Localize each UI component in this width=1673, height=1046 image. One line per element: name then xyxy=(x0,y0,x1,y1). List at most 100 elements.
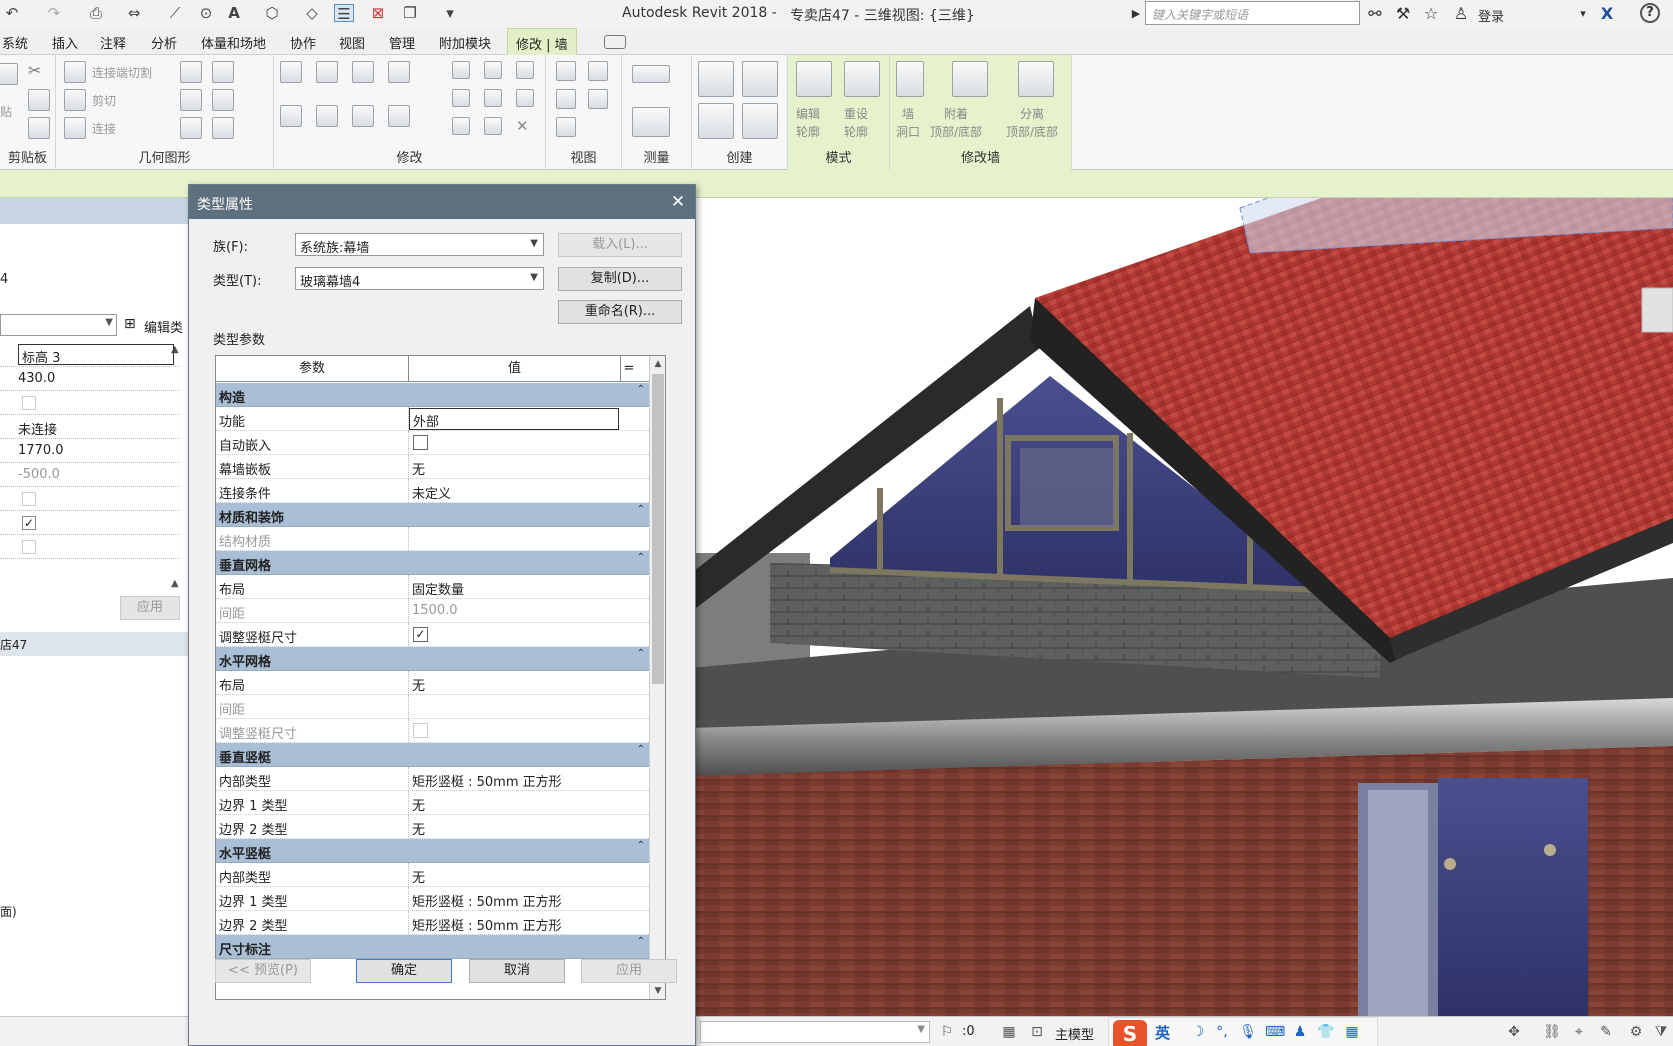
copy-icon[interactable] xyxy=(28,89,50,111)
ok-button[interactable]: 确定 xyxy=(356,959,452,983)
dropdown-arrow-icon[interactable]: ▾ xyxy=(1572,3,1594,25)
parameter-row[interactable]: 边界 1 类型 无 xyxy=(216,791,649,815)
select-by-face-icon[interactable]: ⚙ xyxy=(1627,1023,1645,1041)
join-icon[interactable] xyxy=(64,117,86,139)
preview-button[interactable]: << 预览(P) xyxy=(215,959,311,983)
detach-top-base-icon[interactable] xyxy=(1018,61,1054,97)
match-properties-icon[interactable] xyxy=(28,117,50,139)
property-row[interactable]: 未连接 xyxy=(0,415,180,439)
aligned-dimension-icon[interactable] xyxy=(632,107,670,137)
dimension-icon[interactable]: ⟋ xyxy=(165,4,185,22)
copy-element-icon[interactable] xyxy=(316,105,338,127)
parameter-row[interactable]: 幕墙嵌板 无 xyxy=(216,455,649,479)
create-group-icon[interactable] xyxy=(698,103,734,139)
split-face-icon[interactable] xyxy=(180,61,202,83)
apply-button[interactable]: 应用 xyxy=(581,959,677,983)
select-underlay-icon[interactable]: ⌖ xyxy=(1570,1023,1588,1041)
split-gap-icon[interactable] xyxy=(484,61,502,79)
parameter-value[interactable]: 无 xyxy=(412,459,425,478)
parameter-row[interactable]: 调整竖梃尺寸 ✓ xyxy=(216,623,649,647)
duplicate-button[interactable]: 复制(D)... xyxy=(558,267,682,291)
select-pinned-icon[interactable]: ✎ xyxy=(1597,1023,1615,1041)
tab-systems[interactable]: 系统 xyxy=(2,33,28,52)
create-assembly-icon[interactable] xyxy=(698,61,734,97)
paste-icon[interactable] xyxy=(0,63,18,85)
collapse-icon[interactable]: ⌃ xyxy=(637,840,645,851)
microphone-icon[interactable]: 🎙 xyxy=(1239,1023,1257,1041)
expand-arrow-icon[interactable]: ▶ xyxy=(1125,3,1147,25)
move-icon[interactable] xyxy=(280,105,302,127)
parameter-row[interactable]: 结构材质 xyxy=(216,527,649,551)
subscription-icon[interactable]: ⚒ xyxy=(1392,3,1414,25)
editable-only-icon[interactable]: ⚐ xyxy=(938,1023,956,1041)
collapse-icon[interactable]: ⌃ xyxy=(637,384,645,395)
category-row[interactable]: 尺寸标注 ⌃ xyxy=(216,935,649,959)
parameter-row[interactable]: 布局 固定数量 xyxy=(216,575,649,599)
properties-apply-button[interactable]: 应用 xyxy=(120,596,180,620)
filter-funnel-icon[interactable]: ⧩ xyxy=(1652,1023,1670,1041)
login-label[interactable]: 登录 xyxy=(1478,6,1504,25)
instance-filter-dropdown[interactable]: ▼ xyxy=(0,314,117,336)
rotate-icon[interactable] xyxy=(352,105,374,127)
collapse-icon[interactable]: ⌃ xyxy=(637,744,645,755)
search-input[interactable]: 键入关键字或短语 xyxy=(1145,1,1360,25)
section-icon[interactable]: ◇ xyxy=(302,4,322,22)
punctuation-icon[interactable]: °, xyxy=(1213,1023,1231,1041)
parameter-row[interactable]: 内部类型 无 xyxy=(216,863,649,887)
property-row[interactable]: -500.0 xyxy=(0,463,180,487)
offset-icon[interactable] xyxy=(316,61,338,83)
keyboard-icon[interactable]: ⌨ xyxy=(1265,1023,1285,1041)
workset-dropdown[interactable]: ▼ xyxy=(700,1021,930,1043)
parameter-checkbox[interactable] xyxy=(413,723,428,738)
half-width-moon-icon[interactable]: ☽ xyxy=(1189,1023,1207,1041)
category-row[interactable]: 构造 ⌃ xyxy=(216,383,649,407)
text-icon[interactable]: A xyxy=(224,4,244,22)
load-button[interactable]: 载入(L)... xyxy=(558,233,682,257)
parameter-row[interactable]: 布局 无 xyxy=(216,671,649,695)
demolish-icon[interactable] xyxy=(212,89,234,111)
thin-line-toggle-icon[interactable] xyxy=(588,89,608,109)
edit-type-icon[interactable]: ⊞ xyxy=(124,316,136,332)
parameter-checkbox-checked[interactable]: ✓ xyxy=(413,627,428,642)
category-row[interactable]: 水平竖梃 ⌃ xyxy=(216,839,649,863)
tab-modify-wall[interactable]: 修改 | 墙 xyxy=(507,28,577,55)
parameter-row[interactable]: 间距 1500.0 xyxy=(216,599,649,623)
parameter-row[interactable]: 调整竖梃尺寸 xyxy=(216,719,649,743)
3d-building-model[interactable] xyxy=(690,198,1673,1016)
drag-elements-icon[interactable]: ✥ xyxy=(1505,1023,1523,1041)
rename-button[interactable]: 重命名(R)... xyxy=(558,300,682,324)
qat-customize-icon[interactable]: ▾ xyxy=(440,4,460,22)
collapse-icon[interactable]: ⌃ xyxy=(637,504,645,515)
trim-single-icon[interactable] xyxy=(484,117,502,135)
scrollbar-thumb[interactable] xyxy=(652,374,664,684)
linework-icon[interactable] xyxy=(556,89,576,109)
parameter-row[interactable]: 内部类型 矩形竖梃 : 50mm 正方形 xyxy=(216,767,649,791)
edit-type-button[interactable]: 编辑类 xyxy=(144,317,183,336)
property-value-field[interactable]: 标高 3 xyxy=(18,344,174,366)
category-row[interactable]: 水平网格 ⌃ xyxy=(216,647,649,671)
close-hidden-icon[interactable]: ⊠ xyxy=(368,4,388,22)
parameter-value[interactable]: 无 xyxy=(412,675,425,694)
cancel-button[interactable]: 取消 xyxy=(469,959,565,983)
dialog-titlebar[interactable]: 类型属性 ✕ xyxy=(189,185,695,219)
wrench-icon[interactable] xyxy=(212,117,234,139)
trim-extend-icon[interactable] xyxy=(388,105,410,127)
tab-annotate[interactable]: 注释 xyxy=(100,33,126,52)
grid-scrollbar[interactable]: ▲ ▼ xyxy=(649,356,665,999)
ime-language-toggle[interactable]: 英 xyxy=(1155,1022,1170,1043)
property-checkbox[interactable] xyxy=(22,540,36,554)
skin-shirt-icon[interactable]: 👕 xyxy=(1317,1023,1335,1041)
attach-top-base-icon[interactable] xyxy=(952,61,988,97)
property-checkbox[interactable] xyxy=(22,492,36,506)
wall-opening-icon[interactable] xyxy=(896,61,924,97)
main-model-label[interactable]: 主模型 xyxy=(1055,1024,1094,1043)
column-header-value[interactable]: 值 xyxy=(409,356,621,382)
edit-profile-icon[interactable] xyxy=(796,61,832,97)
switch-windows-icon[interactable]: ❐ xyxy=(400,4,420,22)
parameter-value[interactable]: 矩形竖梃 : 50mm 正方形 xyxy=(412,771,562,790)
property-checkbox-checked[interactable]: ✓ xyxy=(22,516,36,530)
scroll-up-icon[interactable]: ▲ xyxy=(650,356,665,372)
property-checkbox[interactable] xyxy=(22,396,36,410)
parameter-value[interactable]: 无 xyxy=(412,819,425,838)
tab-analyze[interactable]: 分析 xyxy=(151,33,177,52)
